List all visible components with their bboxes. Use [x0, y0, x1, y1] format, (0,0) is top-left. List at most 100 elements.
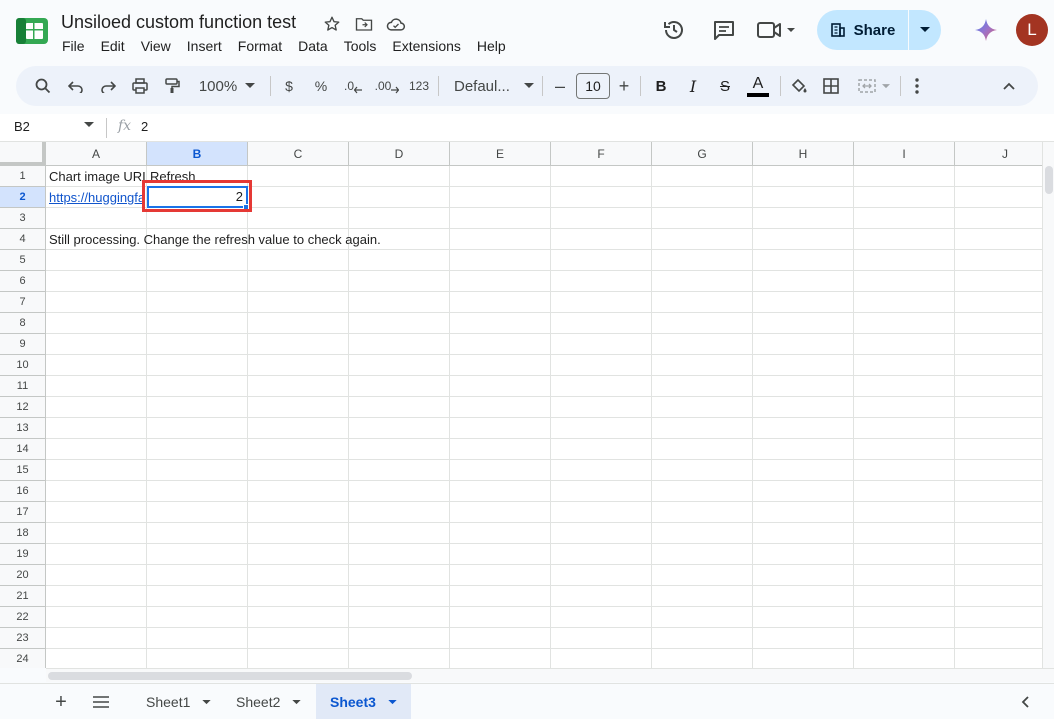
account-avatar[interactable]: L [1016, 14, 1048, 46]
column-header-d[interactable]: D [349, 142, 450, 166]
comments-icon[interactable] [706, 12, 742, 48]
menu-file[interactable]: File [54, 36, 93, 56]
column-header-a[interactable]: A [46, 142, 147, 166]
strikethrough-button[interactable]: S [714, 70, 736, 102]
version-history-icon[interactable] [656, 12, 692, 48]
text-color-button[interactable]: A [746, 70, 770, 102]
row-header-23[interactable]: 23 [0, 628, 46, 649]
row-header-13[interactable]: 13 [0, 418, 46, 439]
vertical-scroll-thumb[interactable] [1045, 166, 1053, 194]
menu-tools[interactable]: Tools [336, 36, 385, 56]
gemini-icon[interactable] [968, 12, 1004, 48]
column-header-h[interactable]: H [753, 142, 854, 166]
menu-extensions[interactable]: Extensions [384, 36, 468, 56]
search-menus-icon[interactable] [30, 70, 56, 102]
row-header-3[interactable]: 3 [0, 208, 46, 229]
increase-decimal-button[interactable]: .00 [373, 70, 401, 102]
row-header-17[interactable]: 17 [0, 502, 46, 523]
font-size-input[interactable]: 10 [576, 73, 610, 99]
borders-icon[interactable] [818, 70, 844, 102]
column-header-g[interactable]: G [652, 142, 753, 166]
share-button[interactable]: Share [817, 10, 941, 50]
menu-format[interactable]: Format [230, 36, 290, 56]
more-options-icon[interactable] [908, 70, 926, 102]
all-sheets-icon[interactable] [88, 690, 114, 714]
sheet-tab-2[interactable]: Sheet2 [222, 684, 315, 719]
row-header-12[interactable]: 12 [0, 397, 46, 418]
select-all-corner[interactable] [0, 142, 46, 166]
menu-edit[interactable]: Edit [93, 36, 133, 56]
meet-icon[interactable] [752, 12, 802, 48]
column-header-c[interactable]: C [248, 142, 349, 166]
chevron-down-icon[interactable] [292, 699, 302, 705]
italic-button[interactable]: I [682, 70, 704, 102]
row-header-11[interactable]: 11 [0, 376, 46, 397]
row-header-14[interactable]: 14 [0, 439, 46, 460]
sheet-tab-1[interactable]: Sheet1 [132, 684, 225, 719]
column-header-e[interactable]: E [450, 142, 551, 166]
collapse-toolbar-icon[interactable] [996, 70, 1022, 102]
column-header-i[interactable]: I [854, 142, 955, 166]
print-icon[interactable] [127, 70, 153, 102]
menu-insert[interactable]: Insert [179, 36, 230, 56]
currency-button[interactable]: $ [278, 70, 300, 102]
row-header-18[interactable]: 18 [0, 523, 46, 544]
row-header-9[interactable]: 9 [0, 334, 46, 355]
more-formats-button[interactable]: 123 [406, 70, 432, 102]
column-header-f[interactable]: F [551, 142, 652, 166]
merge-cells-icon[interactable] [854, 70, 894, 102]
vertical-scrollbar[interactable] [1042, 142, 1054, 668]
fill-color-icon[interactable] [786, 70, 812, 102]
share-dropdown-icon[interactable] [909, 10, 941, 50]
row-header-19[interactable]: 19 [0, 544, 46, 565]
row-header-15[interactable]: 15 [0, 460, 46, 481]
redo-icon[interactable] [95, 70, 121, 102]
decrease-decimal-button[interactable]: .0 [341, 70, 365, 102]
row-header-8[interactable]: 8 [0, 313, 46, 334]
sheets-logo-icon[interactable] [14, 14, 50, 48]
row-header-24[interactable]: 24 [0, 649, 46, 668]
zoom-select[interactable]: 100% [194, 70, 260, 102]
star-icon[interactable] [320, 13, 344, 35]
paint-format-icon[interactable] [159, 70, 185, 102]
cell-a4[interactable]: Still processing. Change the refresh val… [49, 230, 649, 250]
row-header-5[interactable]: 5 [0, 250, 46, 271]
move-folder-icon[interactable] [352, 13, 376, 35]
horizontal-scrollbar[interactable] [46, 668, 1054, 682]
share-main[interactable]: Share [817, 10, 908, 50]
row-header-1[interactable]: 1 [0, 166, 46, 187]
font-select[interactable]: Defaul... [450, 70, 534, 102]
row-header-6[interactable]: 6 [0, 271, 46, 292]
row-header-22[interactable]: 22 [0, 607, 46, 628]
font-size-decrease-icon[interactable]: – [550, 70, 570, 102]
chevron-down-icon[interactable] [388, 699, 397, 705]
sheet-tab-3[interactable]: Sheet3 [316, 684, 411, 719]
column-header-b[interactable]: B [147, 142, 248, 166]
row-header-7[interactable]: 7 [0, 292, 46, 313]
horizontal-scroll-thumb[interactable] [48, 672, 412, 680]
cloud-status-icon[interactable] [384, 13, 408, 35]
column-header-j[interactable]: J [955, 142, 1042, 166]
name-box[interactable]: B2 [14, 119, 30, 134]
bold-button[interactable]: B [650, 70, 672, 102]
collapse-sidebar-icon[interactable] [1012, 690, 1038, 714]
percent-button[interactable]: % [310, 70, 332, 102]
font-size-increase-icon[interactable]: + [614, 70, 634, 102]
undo-icon[interactable] [63, 70, 89, 102]
row-header-4[interactable]: 4 [0, 229, 46, 250]
add-sheet-icon[interactable]: + [48, 690, 74, 714]
row-header-16[interactable]: 16 [0, 481, 46, 502]
cell-a2-link[interactable]: https://huggingface [49, 188, 144, 208]
cell-a1[interactable]: Chart image URL [49, 167, 147, 187]
sheet-grid[interactable]: ABCDEFGHIJ 1 2 3 4 5 6 7 8 9 10 11 12 13 14 15 16 17 18 19… [0, 142, 1042, 668]
menu-help[interactable]: Help [469, 36, 514, 56]
document-title[interactable]: Unsiloed custom function test [61, 12, 296, 33]
menu-data[interactable]: Data [290, 36, 336, 56]
row-header-20[interactable]: 20 [0, 565, 46, 586]
chevron-down-icon[interactable] [202, 699, 212, 705]
chevron-down-icon[interactable] [84, 122, 94, 128]
menu-view[interactable]: View [133, 36, 179, 56]
row-header-21[interactable]: 21 [0, 586, 46, 607]
formula-input[interactable]: 2 [141, 119, 148, 134]
row-header-2[interactable]: 2 [0, 187, 46, 208]
